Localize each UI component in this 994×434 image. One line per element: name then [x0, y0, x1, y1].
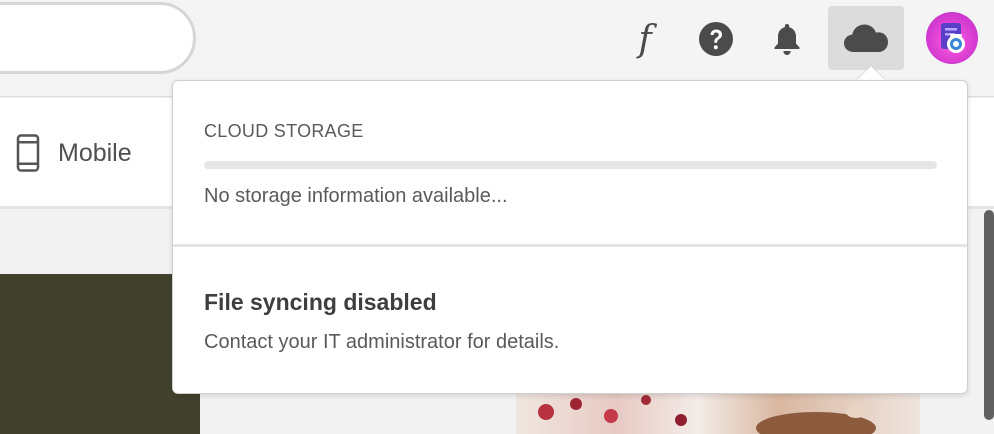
storage-progress-bar	[204, 161, 937, 169]
page-scrollbar[interactable]	[984, 210, 994, 420]
cloud-button[interactable]	[828, 6, 904, 70]
sync-status-title: File syncing disabled	[204, 289, 437, 315]
bell-icon	[774, 24, 800, 55]
user-avatar[interactable]	[926, 12, 978, 64]
fonts-icon: f	[638, 18, 652, 60]
notifications-button[interactable]	[756, 8, 818, 70]
fonts-button[interactable]: f	[614, 8, 676, 70]
mobile-nav-item[interactable]: Mobile	[16, 134, 132, 172]
help-button[interactable]	[685, 8, 747, 70]
help-icon	[699, 22, 733, 56]
content-photo	[516, 392, 920, 434]
app-root: f Mobile CLOUD STORAGE No storage inform…	[0, 0, 994, 434]
storage-status: No storage information available...	[204, 185, 508, 207]
search-input[interactable]	[0, 2, 196, 74]
sync-status-description: Contact your IT administrator for detail…	[204, 331, 560, 353]
cloud-icon	[844, 24, 888, 52]
cloud-storage-popover: CLOUD STORAGE No storage information ava…	[172, 80, 968, 394]
storage-section: CLOUD STORAGE No storage information ava…	[173, 81, 967, 247]
popover-arrow	[857, 66, 885, 80]
content-card-dark	[0, 274, 200, 434]
avatar-image	[941, 23, 965, 53]
storage-heading: CLOUD STORAGE	[204, 121, 364, 141]
photo-image	[538, 395, 876, 434]
mobile-phone-icon	[16, 134, 40, 172]
mobile-label: Mobile	[58, 138, 132, 167]
